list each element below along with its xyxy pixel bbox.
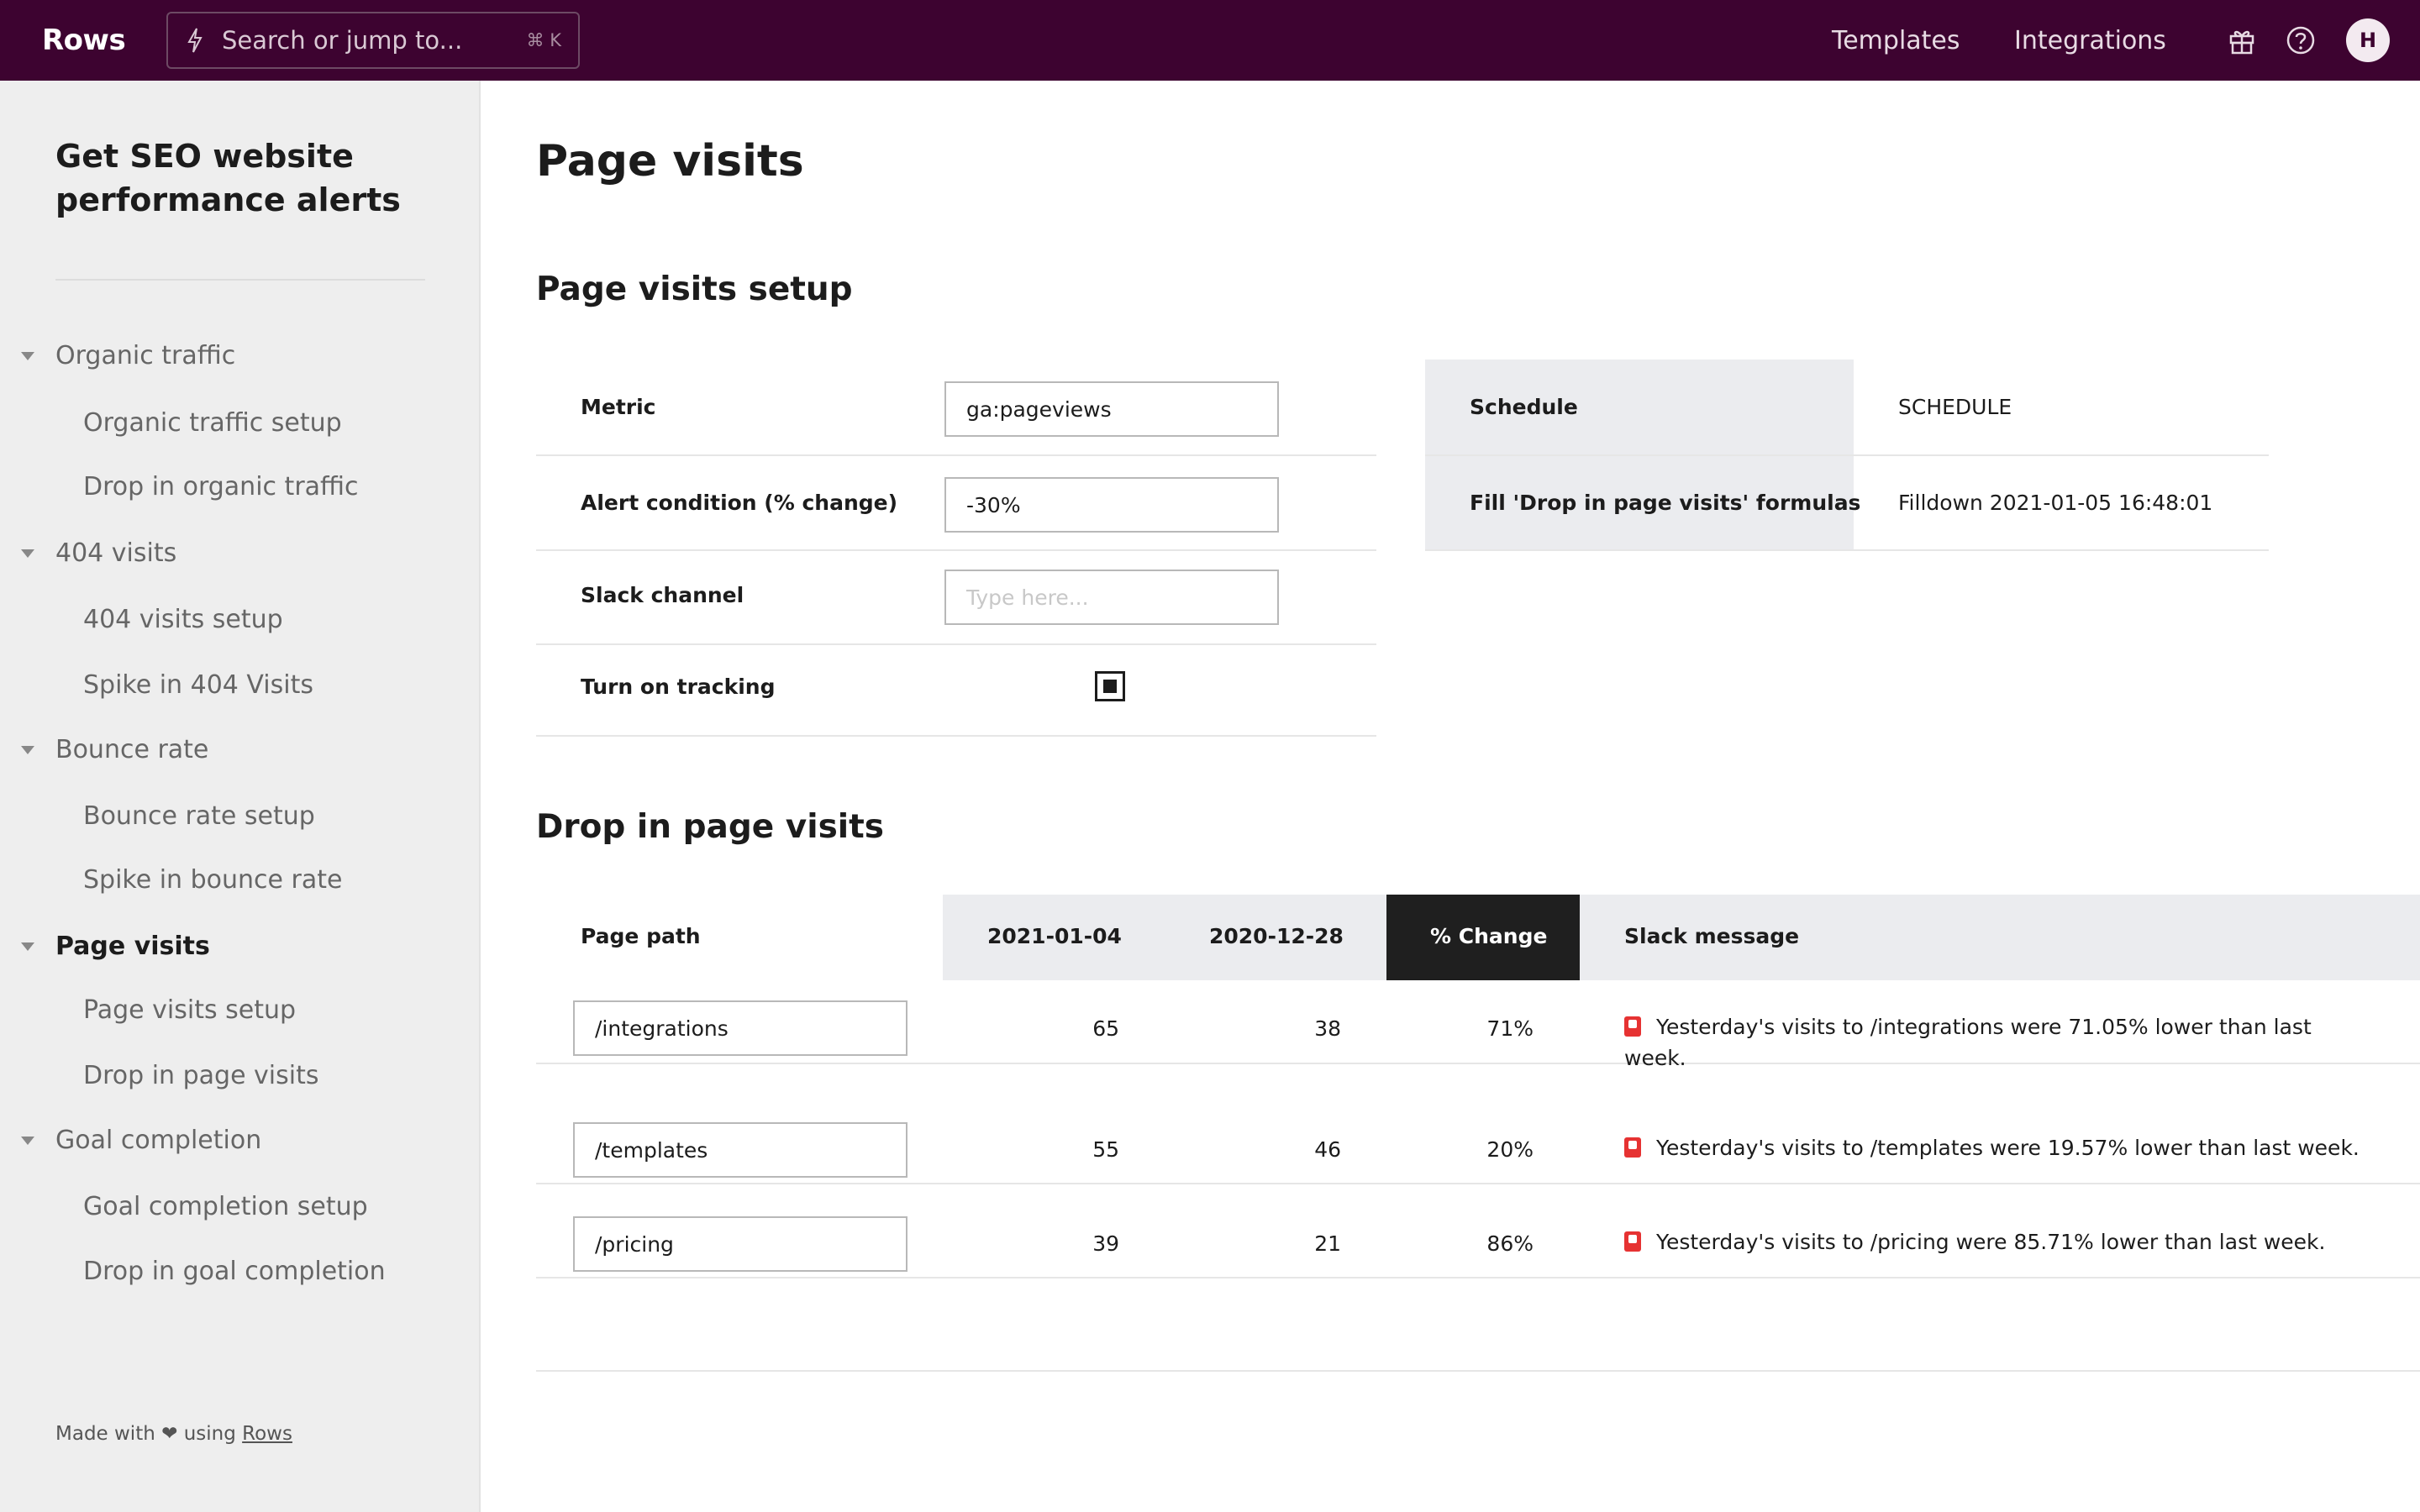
current-visits: 39 (1092, 1231, 1119, 1256)
sidebar-section-goal-completion[interactable]: Goal completion (55, 1123, 261, 1157)
row-divider (1425, 549, 2269, 551)
col-header-slack-message: Slack message (1624, 924, 1800, 948)
metric-label: Metric (581, 395, 656, 419)
gift-icon[interactable] (2225, 24, 2259, 57)
made-with-text: Made with ❤ using (55, 1423, 236, 1445)
sidebar-item-drop-in-organic-traffic[interactable]: Drop in organic traffic (83, 470, 359, 503)
page-path-field[interactable]: /integrations (573, 1000, 908, 1056)
chevron-down-icon[interactable] (21, 1137, 34, 1145)
row-divider (1425, 454, 2269, 456)
sidebar-item-bounce-rate-setup[interactable]: Bounce rate setup (83, 799, 315, 832)
row-divider (536, 549, 1376, 551)
current-visits: 65 (1092, 1016, 1119, 1041)
alert-icon (1624, 1231, 1641, 1252)
alert-icon (1624, 1137, 1641, 1158)
search-shortcut: ⌘ K (526, 30, 561, 50)
row-divider (536, 1183, 2420, 1184)
change-percent: 86% (1486, 1231, 1534, 1256)
lightning-icon (187, 28, 203, 53)
sidebar-section-organic-traffic[interactable]: Organic traffic (55, 339, 235, 372)
row-divider (536, 735, 1376, 737)
slack-channel-label: Slack channel (581, 583, 744, 607)
filldown-value[interactable]: Filldown 2021-01-05 16:48:01 (1898, 491, 2212, 515)
tracking-checkbox[interactable] (1095, 671, 1125, 701)
slack-message: Yesterday's visits to /pricing were 85.7… (1624, 1226, 2381, 1257)
change-percent: 71% (1486, 1016, 1534, 1041)
checkbox-check (1103, 680, 1117, 693)
alert-condition-label: Alert condition (% change) (581, 491, 898, 515)
page-title: Page visits (536, 136, 804, 186)
fill-formulas-label: Fill 'Drop in page visits' formulas (1470, 491, 1861, 515)
previous-visits: 46 (1314, 1137, 1341, 1162)
col-header-change: % Change (1430, 924, 1548, 948)
nav-templates[interactable]: Templates (1832, 0, 1960, 81)
slack-message: Yesterday's visits to /templates were 19… (1624, 1132, 2381, 1163)
chevron-down-icon[interactable] (21, 746, 34, 754)
sidebar-item-drop-in-goal-completion[interactable]: Drop in goal completion (83, 1254, 386, 1288)
drop-heading: Drop in page visits (536, 808, 885, 846)
sidebar: Get SEO website performance alerts Organ… (0, 81, 481, 1512)
chevron-down-icon[interactable] (21, 549, 34, 558)
slack-channel-field[interactable]: Type here... (944, 570, 1279, 625)
sidebar-section-page-visits[interactable]: Page visits (55, 929, 210, 963)
rows-link[interactable]: Rows (242, 1423, 292, 1445)
chevron-down-icon[interactable] (21, 352, 34, 360)
made-with-note: Made with ❤ using Rows (55, 1423, 292, 1445)
slack-message-text: Yesterday's visits to /pricing were 85.7… (1656, 1230, 2326, 1254)
sidebar-item-page-visits-setup[interactable]: Page visits setup (83, 993, 296, 1026)
alert-condition-field[interactable]: -30% (944, 477, 1279, 533)
sidebar-divider (55, 279, 425, 281)
row-divider (536, 454, 1376, 456)
chevron-down-icon[interactable] (21, 942, 34, 951)
row-divider (536, 1277, 2420, 1278)
schedule-value[interactable]: SCHEDULE (1898, 395, 2012, 419)
sidebar-item-404-visits-setup[interactable]: 404 visits setup (83, 602, 283, 636)
change-percent: 20% (1486, 1137, 1534, 1162)
sidebar-item-spike-in-404-visits[interactable]: Spike in 404 Visits (83, 668, 313, 701)
sidebar-section-bounce-rate[interactable]: Bounce rate (55, 732, 208, 766)
help-icon[interactable] (2284, 24, 2317, 57)
search-placeholder: Search or jump to... (222, 26, 463, 55)
sidebar-item-drop-in-page-visits[interactable]: Drop in page visits (83, 1058, 319, 1092)
metric-field[interactable]: ga:pageviews (944, 381, 1279, 437)
slack-message-text: Yesterday's visits to /integrations were… (1624, 1015, 2312, 1070)
col-header-current-week: 2021-01-04 (987, 924, 1122, 948)
nav-integrations[interactable]: Integrations (2014, 0, 2166, 81)
rows-logo[interactable]: Rows (42, 0, 126, 81)
previous-visits: 38 (1314, 1016, 1341, 1041)
tracking-label: Turn on tracking (581, 675, 776, 699)
previous-visits: 21 (1314, 1231, 1341, 1256)
setup-heading: Page visits setup (536, 270, 853, 308)
row-divider (536, 1370, 2420, 1372)
sidebar-item-spike-in-bounce-rate[interactable]: Spike in bounce rate (83, 863, 342, 896)
current-visits: 55 (1092, 1137, 1119, 1162)
avatar[interactable]: H (2346, 18, 2390, 62)
page-path-field[interactable]: /templates (573, 1122, 908, 1178)
sidebar-item-goal-completion-setup[interactable]: Goal completion setup (83, 1189, 368, 1223)
row-divider (536, 643, 1376, 645)
main-content: Page visits Page visits setup Metric ga:… (482, 81, 2420, 1512)
col-header-page-path: Page path (581, 924, 701, 948)
sidebar-item-organic-traffic-setup[interactable]: Organic traffic setup (83, 406, 342, 439)
slack-message: Yesterday's visits to /integrations were… (1624, 1011, 2347, 1074)
page-path-field[interactable]: /pricing (573, 1216, 908, 1272)
alert-icon (1624, 1016, 1641, 1037)
sidebar-section-404-visits[interactable]: 404 visits (55, 536, 176, 570)
top-bar: Rows Search or jump to... ⌘ K Templates … (0, 0, 2420, 81)
schedule-label: Schedule (1470, 395, 1578, 419)
col-header-previous-week: 2020-12-28 (1209, 924, 1344, 948)
slack-message-text: Yesterday's visits to /templates were 19… (1656, 1136, 2360, 1160)
sidebar-title: Get SEO website performance alerts (55, 138, 401, 218)
search-input[interactable]: Search or jump to... ⌘ K (166, 12, 580, 69)
